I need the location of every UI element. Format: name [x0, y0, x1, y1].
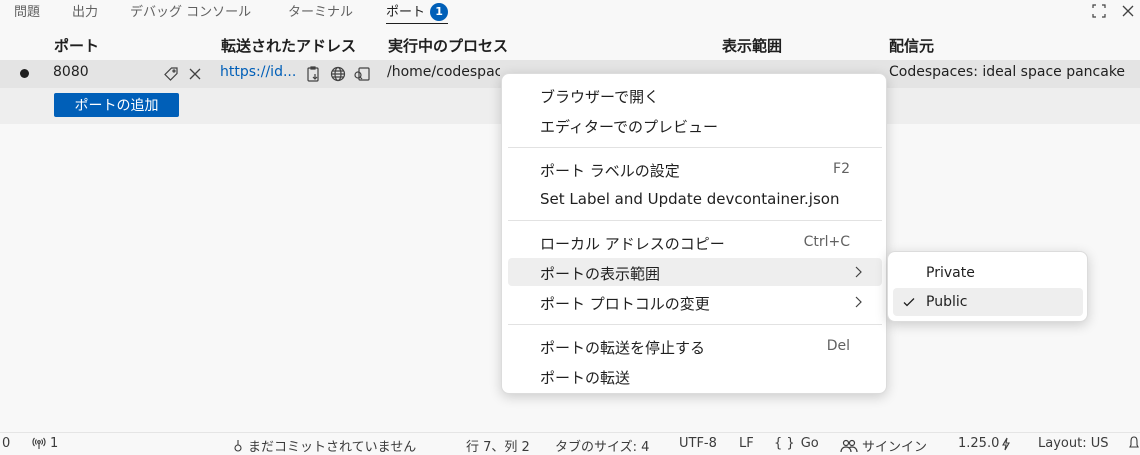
menu-item-copy-local-address[interactable]: ローカル アドレスのコピー Ctrl+C [508, 228, 882, 256]
tab-output[interactable]: 出力 [72, 1, 98, 20]
menu-item-stop-forward[interactable]: ポートの転送を停止する Del [508, 332, 882, 360]
braces-icon: { } [774, 436, 795, 451]
menu-item-open-browser[interactable]: ブラウザーで開く [508, 81, 882, 109]
menu-item-set-label[interactable]: ポート ラベルの設定 F2 [508, 155, 882, 183]
chevron-right-icon [854, 264, 868, 280]
lightning-icon [1002, 437, 1011, 450]
maximize-panel-icon[interactable] [1090, 2, 1108, 20]
menu-item-label: ローカル アドレスのコピー [540, 235, 725, 253]
tab-terminal-label: ターミナル [288, 5, 354, 20]
tab-terminal[interactable]: ターミナル [288, 1, 353, 20]
git-commit-icon [234, 439, 242, 452]
tag-icon[interactable] [161, 64, 181, 84]
menu-item-set-label-update[interactable]: Set Label and Update devcontainer.json [508, 185, 882, 213]
menu-item-label: ポートの転送を停止する [540, 339, 706, 357]
submenu-item-public[interactable]: Public [893, 288, 1083, 316]
column-header-running-process[interactable]: 実行中のプロセス [388, 35, 508, 56]
status-commit-text: まだコミットされていません [248, 440, 417, 455]
forwarded-address-link[interactable]: https://id... [220, 64, 296, 80]
status-tab-size[interactable]: タブのサイズ: 4 [555, 436, 649, 455]
submenu-item-label: Private [926, 265, 975, 281]
tab-output-label: 出力 [72, 5, 99, 20]
globe-icon[interactable] [328, 64, 348, 84]
tab-ports-label: ポート [386, 5, 426, 20]
add-port-button[interactable]: ポートの追加 [54, 93, 179, 117]
menu-item-preview-editor[interactable]: エディターでのプレビュー [508, 111, 882, 139]
status-cursor-position[interactable]: 行 7、列 2 [466, 436, 530, 455]
status-eol[interactable]: LF [739, 436, 754, 451]
submenu-item-label: Public [926, 294, 968, 310]
tab-debug-console-label: デバッグ コンソール [130, 5, 252, 20]
column-header-visibility[interactable]: 表示範囲 [722, 35, 782, 56]
status-encoding[interactable]: UTF-8 [679, 436, 717, 451]
menu-item-label: ポート プロトコルの変更 [540, 295, 710, 313]
ports-count-badge: 1 [430, 3, 449, 21]
stop-forward-icon[interactable] [185, 64, 205, 84]
tab-problems[interactable]: 問題 [14, 1, 40, 20]
running-indicator-icon [20, 69, 29, 78]
menu-separator [508, 147, 882, 148]
tab-problems-label: 問題 [14, 5, 41, 20]
status-ports-count: 1 [50, 436, 59, 451]
menu-item-shortcut: Ctrl+C [803, 234, 850, 250]
menu-item-label: ポートの表示範囲 [540, 265, 661, 283]
menu-item-label: エディターでのプレビュー [540, 118, 719, 136]
bell-icon[interactable] [1129, 436, 1140, 450]
menu-item-forward-port[interactable]: ポートの転送 [508, 362, 882, 390]
check-icon [901, 294, 917, 310]
tab-debug-console[interactable]: デバッグ コンソール [130, 1, 251, 20]
status-signin[interactable]: サインイン [840, 436, 927, 455]
status-bar: 0 1 まだコミットされていません 行 7、列 2 タブのサイズ: 4 UTF-… [0, 432, 1140, 455]
menu-item-label: ポートの転送 [540, 369, 631, 387]
context-menu: ブラウザーで開く エディターでのプレビュー ポート ラベルの設定 F2 Set … [501, 73, 887, 394]
visibility-submenu: Private Public [887, 251, 1088, 322]
column-header-port[interactable]: ポート [54, 35, 99, 56]
status-keyboard-layout[interactable]: Layout: US [1038, 436, 1108, 451]
status-version[interactable]: 1.25.0 [958, 436, 1011, 451]
menu-item-shortcut: Del [826, 338, 850, 354]
running-process-path: /home/codespace/.cache/go-build/a1/a12 [387, 64, 500, 80]
menu-separator [508, 324, 882, 325]
status-signin-label: サインイン [862, 440, 928, 455]
column-header-forwarded-address[interactable]: 転送されたアドレス [221, 35, 356, 56]
menu-item-shortcut: F2 [833, 161, 850, 177]
panel-tab-bar: 問題 出力 デバッグ コンソール ターミナル ポート 1 [0, 0, 1140, 26]
origin-value: Codespaces: ideal space pancake [889, 64, 1126, 80]
chevron-right-icon [854, 294, 868, 310]
menu-item-label: ブラウザーで開く [540, 88, 660, 106]
menu-item-label: Set Label and Update devcontainer.json [540, 190, 840, 208]
port-number: 8080 [53, 64, 89, 80]
status-source-control[interactable]: まだコミットされていません [232, 436, 416, 455]
menu-item-label: ポート ラベルの設定 [540, 162, 680, 180]
tab-ports[interactable]: ポート 1 [386, 1, 449, 24]
menu-item-change-protocol[interactable]: ポート プロトコルの変更 [508, 288, 882, 316]
menu-separator [508, 220, 882, 221]
status-errors[interactable]: 0 [2, 436, 10, 451]
radio-tower-icon [32, 437, 46, 449]
menu-item-port-visibility[interactable]: ポートの表示範囲 [508, 258, 882, 286]
status-language[interactable]: { } Go [774, 436, 819, 451]
column-header-origin[interactable]: 配信元 [889, 35, 934, 56]
status-language-label: Go [800, 436, 819, 451]
accounts-icon [840, 439, 858, 452]
status-version-label: 1.25.0 [958, 436, 1000, 451]
status-forwarded-ports[interactable]: 1 [32, 436, 58, 451]
submenu-item-private[interactable]: Private [893, 259, 1083, 287]
close-panel-icon[interactable] [1119, 2, 1137, 20]
preview-icon[interactable] [352, 64, 372, 84]
copy-address-icon[interactable] [304, 64, 324, 84]
